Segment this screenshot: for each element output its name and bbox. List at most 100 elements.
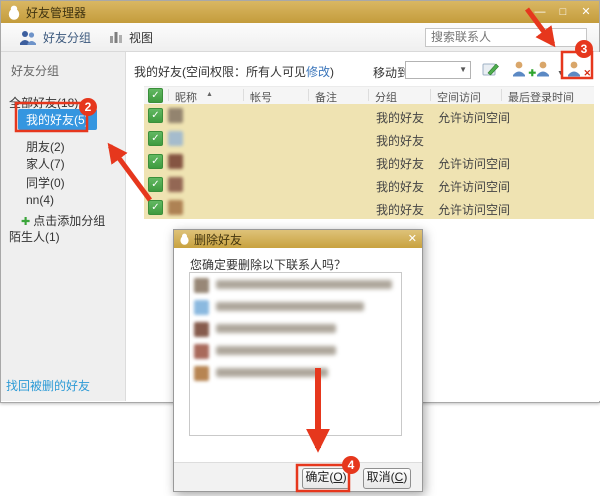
- sidebar-item-strangers[interactable]: 陌生人(1): [9, 228, 60, 245]
- blurred-contact-name: [216, 368, 328, 377]
- blurred-login-time: [508, 111, 542, 120]
- toolbar-friend-groups[interactable]: 好友分组: [19, 29, 91, 46]
- select-all-checkbox[interactable]: ✓: [148, 88, 163, 103]
- ok-mnemonic: O: [333, 470, 343, 484]
- window-title: 好友管理器: [26, 5, 87, 20]
- blurred-account: [249, 134, 307, 143]
- sidebar-item-nn[interactable]: nn(4): [26, 193, 54, 207]
- chevron-down-icon: ▼: [459, 65, 467, 74]
- cancel-label: 取消(: [366, 470, 395, 484]
- plus-badge-icon: ✚: [528, 68, 536, 78]
- blurred-contact-name: [216, 324, 336, 333]
- list-item: [194, 298, 394, 318]
- minimize-button[interactable]: —: [533, 2, 547, 22]
- row-checkbox[interactable]: ✓: [148, 200, 163, 215]
- chevron-down-icon: ▼: [557, 70, 564, 77]
- sidebar-header: 好友分组: [11, 64, 60, 78]
- qq-penguin-icon: [7, 5, 21, 20]
- avatar: [168, 108, 183, 123]
- table-row[interactable]: ✓ 我的好友 允许访问空间: [144, 196, 594, 219]
- row-access: 允许访问空间: [438, 111, 511, 125]
- blurred-login-time: [508, 203, 538, 212]
- list-item: [194, 320, 394, 340]
- close-button[interactable]: ✕: [579, 2, 593, 22]
- table-row[interactable]: ✓ 我的好友 允许访问空间: [144, 150, 594, 173]
- toolbar: 好友分组 视图: [1, 23, 599, 52]
- toolbar-friend-groups-label: 好友分组: [43, 30, 92, 45]
- add-friend-button[interactable]: ✚: [512, 60, 536, 80]
- table-row[interactable]: ✓ 我的好友 允许访问空间: [144, 104, 594, 127]
- confirm-message: 您确定要删除以下联系人吗？: [190, 258, 347, 272]
- dialog-title: 删除好友: [194, 232, 243, 247]
- add-group-plus-icon: ✚: [21, 216, 31, 228]
- col-nickname[interactable]: 昵称: [175, 89, 197, 105]
- delete-friend-button[interactable]: ✕: [567, 60, 591, 80]
- col-last-login[interactable]: 最后登录时间: [508, 89, 574, 105]
- avatar: [194, 344, 209, 359]
- avatar: [194, 300, 209, 315]
- recover-deleted-friends-link[interactable]: 找回被删的好友: [6, 377, 90, 394]
- list-item: [194, 342, 394, 362]
- add-group-label: 点击添加分组: [33, 214, 106, 228]
- col-space-access[interactable]: 空间访问: [437, 89, 481, 105]
- edit-remark-button[interactable]: [482, 60, 504, 80]
- move-to-dropdown[interactable]: ▼: [405, 61, 471, 79]
- blurred-account: [249, 111, 307, 120]
- table-row[interactable]: ✓ 我的好友: [144, 127, 594, 150]
- col-account[interactable]: 帐号: [250, 89, 272, 105]
- blurred-account: [249, 157, 307, 166]
- sidebar-item-add-group[interactable]: ✚ 点击添加分组: [21, 212, 105, 229]
- row-group: 我的好友: [376, 134, 425, 148]
- table-row[interactable]: ✓ 我的好友 允许访问空间: [144, 173, 594, 196]
- sidebar-item-my-friends[interactable]: 我的好友(5): [18, 109, 97, 130]
- blurred-account: [249, 203, 313, 212]
- modify-link[interactable]: 修改: [306, 65, 330, 79]
- row-access: 允许访问空间: [438, 157, 511, 171]
- dialog-close-button[interactable]: ✕: [408, 231, 417, 247]
- sidebar-item-classmates[interactable]: 同学(0): [26, 174, 65, 191]
- avatar: [168, 177, 183, 192]
- blurred-login-time: [508, 134, 538, 143]
- permission-text-close: ): [330, 65, 335, 79]
- bar-chart-icon: [109, 30, 123, 44]
- delete-friend-dialog: 删除好友 ✕ 您确定要删除以下联系人吗？ 确定(O) 取消(C): [173, 229, 423, 492]
- dialog-button-bar: 确定(O) 取消(C): [174, 462, 422, 491]
- avatar: [168, 154, 183, 169]
- sort-asc-icon: ▲: [206, 91, 213, 98]
- row-access: 允许访问空间: [438, 203, 511, 217]
- avatar: [194, 322, 209, 337]
- avatar: [168, 131, 183, 146]
- ok-button[interactable]: 确定(O): [302, 468, 350, 489]
- move-friend-button[interactable]: ▼: [536, 60, 564, 80]
- blurred-contact-name: [216, 346, 336, 355]
- dialog-titlebar: 删除好友 ✕: [174, 230, 422, 248]
- row-checkbox[interactable]: ✓: [148, 154, 163, 169]
- row-checkbox[interactable]: ✓: [148, 177, 163, 192]
- blurred-nickname: [189, 203, 209, 212]
- permission-text: 我的好友(空间权限：所有人可见: [134, 65, 306, 79]
- window-controls: — □ ✕: [533, 2, 593, 22]
- row-group: 我的好友: [376, 180, 425, 194]
- avatar: [168, 200, 183, 215]
- col-remark[interactable]: 备注: [315, 89, 337, 105]
- window-titlebar: 好友管理器 — □ ✕: [1, 1, 599, 23]
- sidebar-item-family[interactable]: 家人(7): [26, 155, 65, 172]
- cross-badge-icon: ✕: [583, 68, 591, 78]
- toolbar-view[interactable]: 视图: [109, 29, 153, 46]
- search-input[interactable]: [425, 27, 587, 47]
- sidebar-item-friends[interactable]: 朋友(2): [26, 138, 65, 155]
- blurred-contact-name: [216, 280, 392, 289]
- toolbar-view-label: 视图: [129, 30, 154, 45]
- blurred-nickname: [189, 180, 213, 189]
- cancel-button[interactable]: 取消(C): [363, 468, 411, 489]
- row-access: 允许访问空间: [438, 180, 511, 194]
- blurred-account: [249, 180, 311, 189]
- blurred-login-time: [508, 180, 544, 189]
- blurred-contact-name: [216, 302, 364, 311]
- row-checkbox[interactable]: ✓: [148, 108, 163, 123]
- list-item: [194, 276, 394, 296]
- col-group[interactable]: 分组: [375, 89, 397, 105]
- maximize-button[interactable]: □: [556, 2, 570, 22]
- contacts-to-delete-list: [189, 272, 402, 436]
- row-checkbox[interactable]: ✓: [148, 131, 163, 146]
